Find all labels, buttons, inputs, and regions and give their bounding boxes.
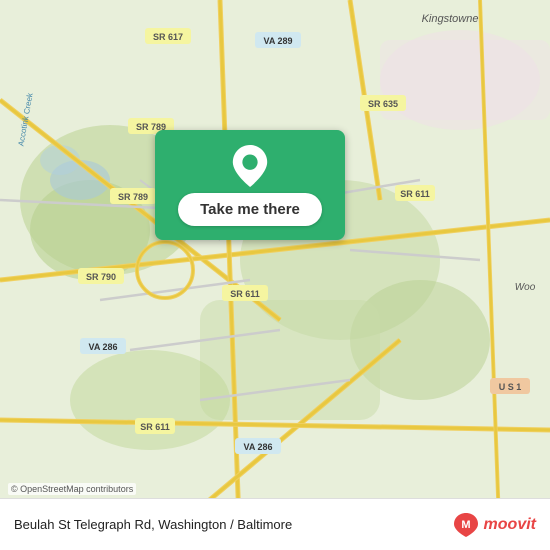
svg-text:SR 790: SR 790 bbox=[86, 272, 116, 282]
map-container: SR 617 VA 289 SR 635 SR 789 SR 789 SR 61… bbox=[0, 0, 550, 550]
svg-text:SR 617: SR 617 bbox=[153, 32, 183, 42]
button-overlay: Take me there bbox=[155, 130, 345, 240]
svg-text:VA 289: VA 289 bbox=[263, 36, 292, 46]
svg-text:VA 286: VA 286 bbox=[88, 342, 117, 352]
svg-text:SR 635: SR 635 bbox=[368, 99, 398, 109]
svg-text:Kingstowne: Kingstowne bbox=[422, 13, 479, 25]
svg-text:SR 611: SR 611 bbox=[230, 289, 260, 299]
bottom-bar: Beulah St Telegraph Rd, Washington / Bal… bbox=[0, 498, 550, 550]
svg-text:U S 1: U S 1 bbox=[499, 382, 522, 392]
address-label: Beulah St Telegraph Rd, Washington / Bal… bbox=[14, 517, 292, 532]
svg-text:SR 611: SR 611 bbox=[400, 189, 430, 199]
svg-text:M: M bbox=[461, 519, 470, 531]
location-pin-icon bbox=[232, 145, 268, 187]
svg-text:SR 789: SR 789 bbox=[118, 192, 148, 202]
svg-text:VA 286: VA 286 bbox=[243, 442, 272, 452]
moovit-icon: M bbox=[452, 511, 480, 539]
osm-attribution: © OpenStreetMap contributors bbox=[8, 483, 136, 495]
take-me-there-button[interactable]: Take me there bbox=[178, 193, 322, 226]
moovit-text: moovit bbox=[484, 516, 536, 534]
svg-text:SR 611: SR 611 bbox=[140, 422, 170, 432]
take-me-there-card[interactable]: Take me there bbox=[155, 130, 345, 240]
osm-text: © OpenStreetMap contributors bbox=[11, 484, 133, 494]
moovit-logo: M moovit bbox=[452, 511, 536, 539]
svg-text:Woo: Woo bbox=[515, 282, 536, 293]
